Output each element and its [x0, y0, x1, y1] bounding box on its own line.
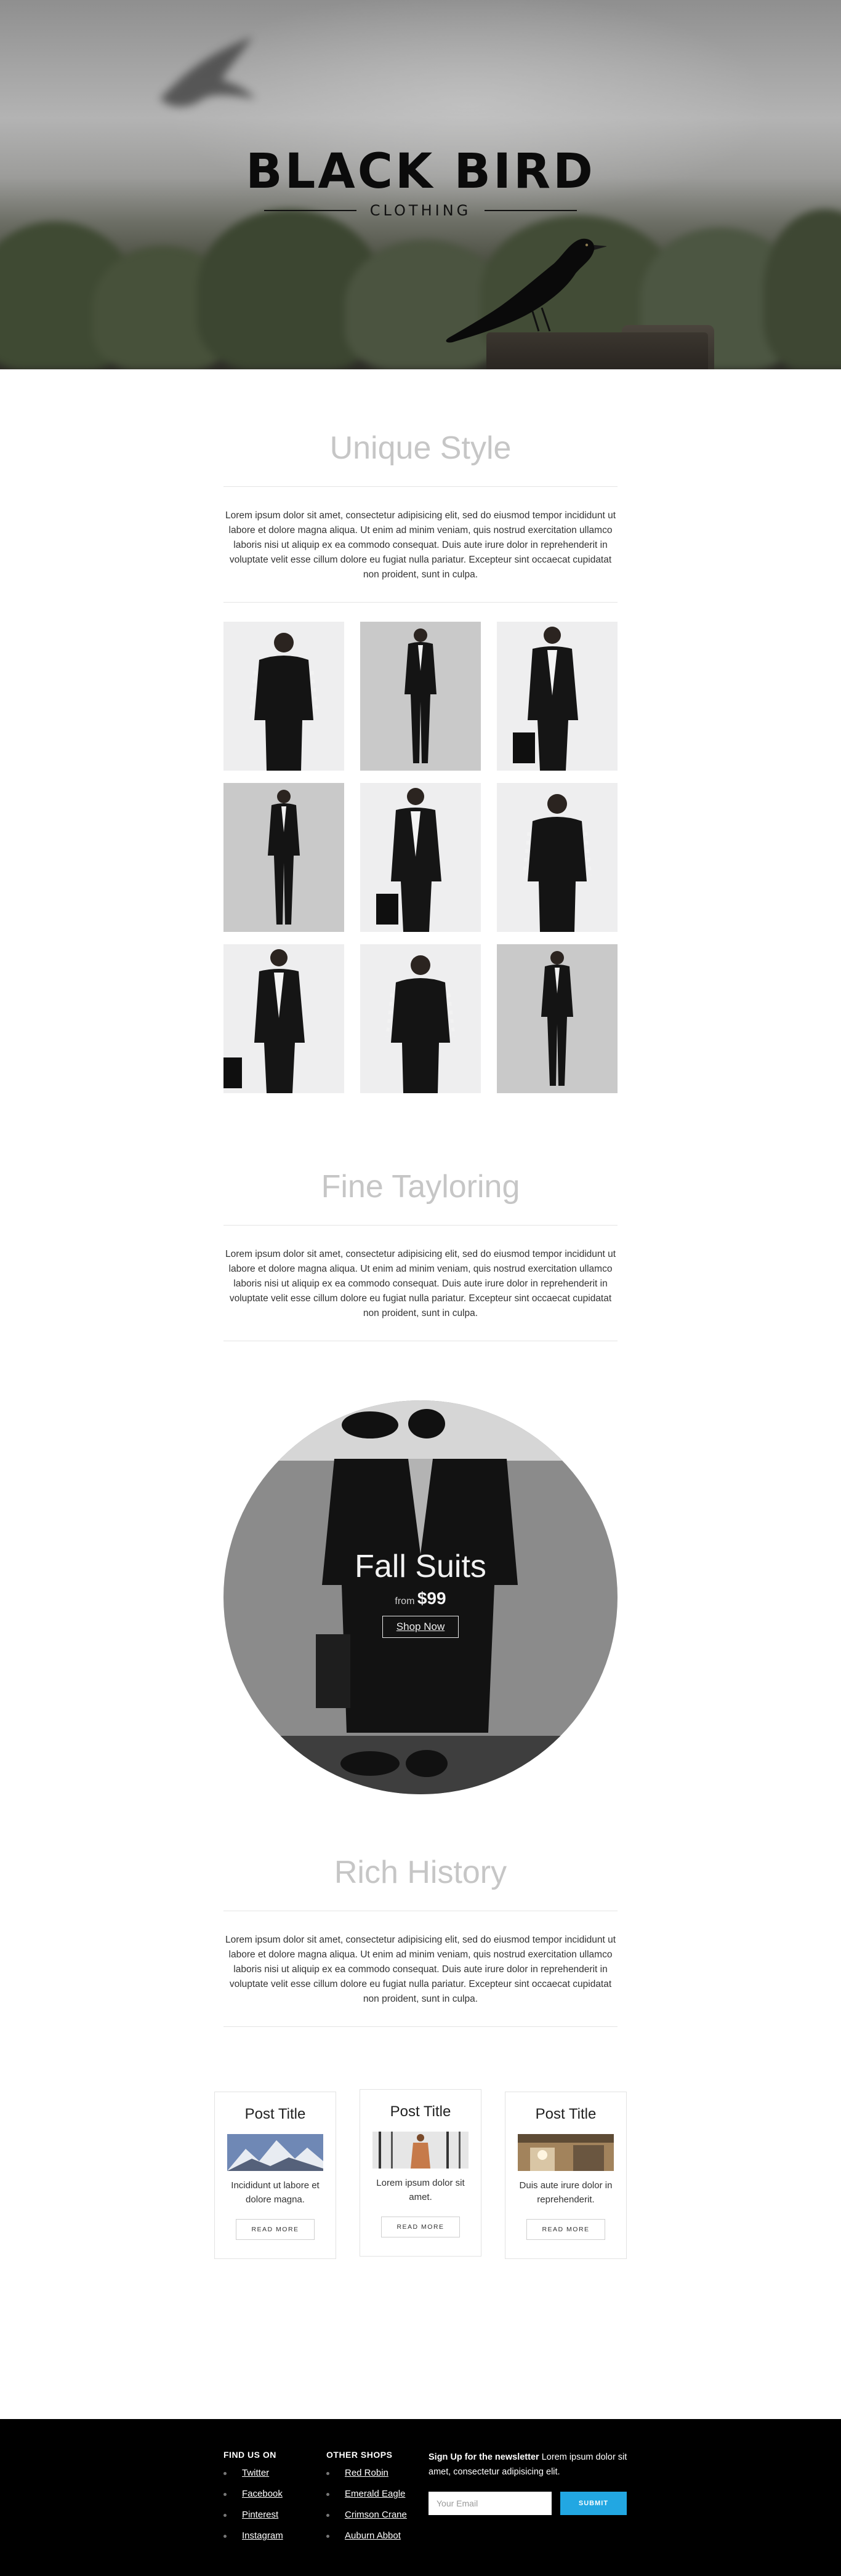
promo-from-label: from	[395, 1596, 415, 1607]
link-label[interactable]: Auburn Abbot	[345, 2530, 401, 2541]
post-image	[518, 2134, 614, 2171]
model-suit-image	[268, 790, 300, 925]
newsletter-heading: Sign Up for the newsletter	[429, 2452, 539, 2462]
section-title-fine-tayloring: Fine Tayloring	[321, 1169, 520, 1205]
divider	[223, 1225, 618, 1226]
section-text: Lorem ipsum dolor sit amet, consectetur …	[225, 510, 616, 580]
section-text: Lorem ipsum dolor sit amet, consectetur …	[225, 1935, 616, 2004]
brand-subtitle: CLOTHING	[369, 202, 472, 219]
link-label[interactable]: Crimson Crane	[345, 2510, 407, 2520]
link-label[interactable]: Red Robin	[345, 2468, 388, 2478]
brand-logo: BLACK BIRD CLOTHING	[0, 148, 841, 219]
post-card: Post Title Lorem ipsum dolor sit amet. R…	[360, 2089, 481, 2257]
post-excerpt: Lorem ipsum dolor sit amet.	[376, 2178, 465, 2202]
fall-suits-promo: Fall Suits from $99 Shop Now	[223, 1400, 618, 1794]
post-image	[372, 2132, 469, 2169]
model-jacket-image	[223, 949, 305, 1093]
footer-link-auburn-abbot[interactable]: Auburn Abbot	[326, 2526, 407, 2546]
model-sweater-image	[249, 633, 319, 771]
mountain-image	[227, 2134, 323, 2171]
model-suit-image	[404, 628, 437, 763]
product-tile[interactable]	[360, 783, 481, 932]
divider	[485, 210, 577, 211]
section-title-unique-style: Unique Style	[329, 430, 512, 466]
divider	[223, 486, 618, 487]
footer-link-emerald-eagle[interactable]: Emerald Eagle	[326, 2484, 407, 2505]
product-tile[interactable]	[497, 944, 618, 1093]
link-label[interactable]: Instagram	[242, 2530, 283, 2541]
post-excerpt: Duis aute irure dolor in reprehenderit.	[519, 2180, 613, 2205]
model-jacket-image	[513, 627, 578, 771]
divider	[223, 602, 618, 603]
post-card: Post Title Incididunt ut labore et dolor…	[214, 2092, 336, 2259]
model-sweater-image	[385, 955, 456, 1093]
footer-link-instagram[interactable]: Instagram	[223, 2526, 283, 2546]
email-field[interactable]: Your Email	[429, 2492, 552, 2515]
read-more-button[interactable]: READ MORE	[236, 2219, 315, 2240]
submit-button[interactable]: SUBMIT	[560, 2492, 627, 2515]
promo-price: $99	[417, 1589, 446, 1608]
post-image	[227, 2134, 323, 2171]
footer: FIND US ON Twitter Facebook Pinterest In…	[0, 2419, 841, 2576]
footer-link-red-robin[interactable]: Red Robin	[326, 2463, 407, 2484]
product-tile[interactable]	[223, 944, 344, 1093]
link-label[interactable]: Facebook	[242, 2489, 283, 2499]
brand-subtitle-row: CLOTHING	[0, 202, 841, 219]
footer-link-crimson-crane[interactable]: Crimson Crane	[326, 2505, 407, 2526]
product-tile[interactable]	[497, 783, 618, 932]
fashion-image	[372, 2132, 469, 2169]
model-jacket-image	[376, 788, 441, 932]
link-label[interactable]: Emerald Eagle	[345, 2489, 405, 2499]
hero-banner: BLACK BIRD CLOTHING	[0, 0, 841, 369]
post-excerpt: Incididunt ut labore et dolore magna.	[231, 2180, 320, 2205]
footer-link-facebook[interactable]: Facebook	[223, 2484, 283, 2505]
promo-title: Fall Suits	[355, 1549, 486, 1584]
product-tile[interactable]	[497, 622, 618, 771]
other-shops-heading: OTHER SHOPS	[326, 2450, 393, 2460]
read-more-button[interactable]: READ MORE	[381, 2217, 460, 2237]
divider	[264, 210, 356, 211]
newsletter-block: Sign Up for the newsletter Lorem ipsum d…	[429, 2450, 638, 2479]
post-card: Post Title Duis aute irure dolor in repr…	[505, 2092, 627, 2259]
product-tile[interactable]	[360, 944, 481, 1093]
model-suit-image	[541, 951, 573, 1086]
find-us-heading: FIND US ON	[223, 2450, 276, 2460]
post-title: Post Title	[244, 2106, 306, 2122]
blurred-bird-icon	[160, 37, 256, 107]
footer-link-pinterest[interactable]: Pinterest	[223, 2505, 283, 2526]
shop-links: Red Robin Emerald Eagle Crimson Crane Au…	[326, 2463, 407, 2546]
product-tile[interactable]	[223, 783, 344, 932]
blackbird-icon	[446, 238, 606, 343]
find-us-column: FIND US ON Twitter Facebook Pinterest In…	[223, 2450, 283, 2546]
social-links: Twitter Facebook Pinterest Instagram	[223, 2463, 283, 2546]
promo-content: Fall Suits from $99 Shop Now	[223, 1548, 618, 1638]
interior-image	[518, 2134, 614, 2171]
shop-now-button[interactable]: Shop Now	[382, 1616, 459, 1638]
section-text: Lorem ipsum dolor sit amet, consectetur …	[225, 1249, 616, 1318]
product-tile[interactable]	[360, 622, 481, 771]
footer-link-twitter[interactable]: Twitter	[223, 2463, 283, 2484]
divider	[223, 2026, 618, 2027]
promo-price-row: from $99	[223, 1589, 618, 1608]
post-title: Post Title	[535, 2106, 597, 2122]
post-title: Post Title	[390, 2103, 451, 2120]
model-sweater-image	[522, 794, 592, 932]
link-label[interactable]: Twitter	[242, 2468, 269, 2478]
other-shops-column: OTHER SHOPS Red Robin Emerald Eagle Crim…	[326, 2450, 407, 2546]
link-label[interactable]: Pinterest	[242, 2510, 278, 2520]
read-more-button[interactable]: READ MORE	[526, 2219, 605, 2240]
section-title-rich-history: Rich History	[334, 1855, 507, 1890]
product-gallery	[223, 622, 618, 1096]
product-tile[interactable]	[223, 622, 344, 771]
brand-title: BLACK BIRD	[246, 144, 595, 199]
